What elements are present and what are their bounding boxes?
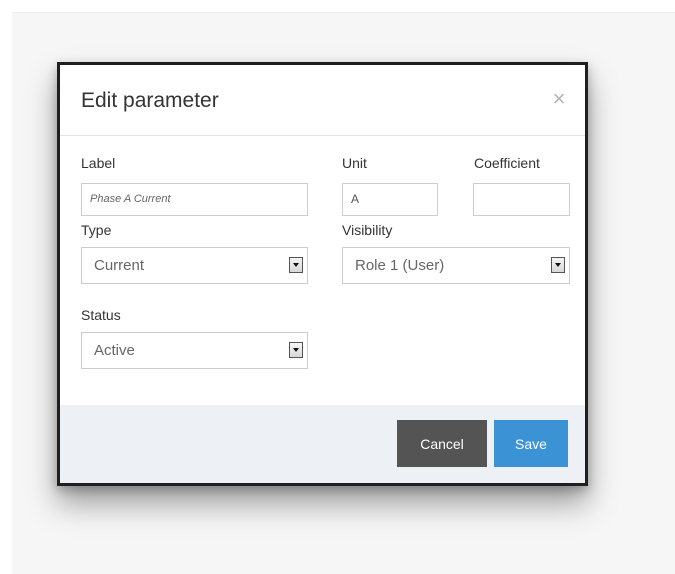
close-icon[interactable]: ×: [549, 88, 569, 110]
unit-input[interactable]: A: [342, 183, 438, 216]
cancel-button[interactable]: Cancel: [397, 420, 487, 467]
edit-parameter-dialog: Edit parameter × Label Phase A Current U…: [57, 62, 588, 486]
chevron-down-icon: [289, 342, 303, 358]
visibility-select[interactable]: Role 1 (User): [342, 247, 570, 284]
coefficient-field-caption: Coefficient: [474, 155, 540, 171]
dialog-footer: Cancel Save: [60, 405, 585, 483]
status-field-caption: Status: [81, 307, 121, 323]
label-input[interactable]: Phase A Current: [81, 183, 308, 216]
visibility-select-value: Role 1 (User): [355, 257, 445, 274]
status-select-value: Active: [94, 342, 135, 359]
type-select-value: Current: [94, 257, 145, 274]
status-select[interactable]: Active: [81, 332, 308, 369]
label-field-caption: Label: [81, 155, 116, 171]
chevron-down-icon: [289, 257, 303, 273]
coefficient-input[interactable]: [473, 183, 570, 216]
type-field-caption: Type: [81, 222, 112, 238]
type-select[interactable]: Current: [81, 247, 308, 284]
page-top-strip: [0, 0, 675, 12]
unit-field-caption: Unit: [342, 155, 367, 171]
dialog-header: Edit parameter ×: [60, 65, 585, 136]
dialog-title: Edit parameter: [81, 89, 219, 112]
save-button[interactable]: Save: [494, 420, 568, 467]
chevron-down-icon: [551, 257, 565, 273]
visibility-field-caption: Visibility: [342, 222, 393, 238]
